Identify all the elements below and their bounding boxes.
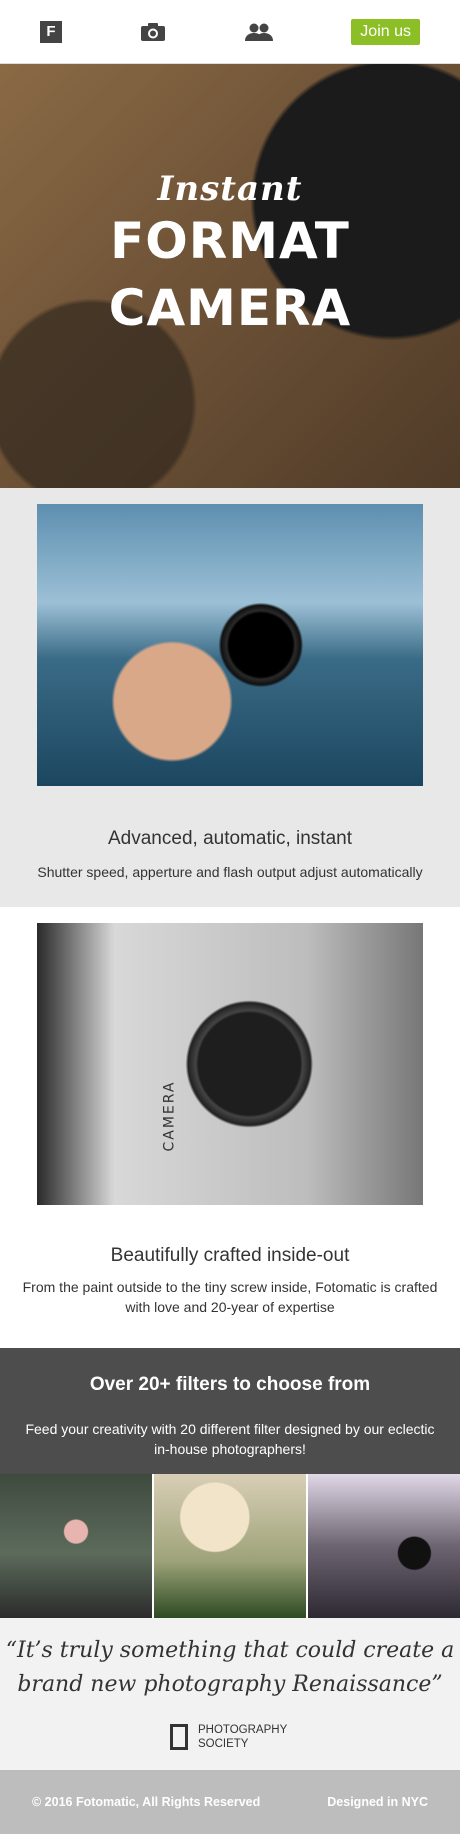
camera-icon [140,22,165,41]
designed-in-text: Designed in NYC [327,1795,428,1809]
hero-banner: Instant FORMAT CAMERA [0,64,460,488]
filters-section: Over 20+ filters to choose from Feed you… [0,1348,460,1474]
feature-title: Beautifully crafted inside-out [110,1245,350,1266]
feature-title: Advanced, automatic, instant [108,828,352,849]
source-line1: PHOTOGRAPHY [198,1724,288,1736]
testimonial-source: PHOTOGRAPHY SOCIETY [170,1723,287,1751]
feature-description: Shutter speed, apperture and flash outpu… [37,864,423,880]
feature-section-crafted: CAMERA Beautifully crafted inside-out Fr… [0,907,460,1348]
hero-heading: Instant FORMAT CAMERA [0,169,460,334]
testimonial-quote: “It’s truly something that could create … [5,1638,455,1697]
people-icon [244,23,273,41]
filter-gallery [0,1474,460,1618]
filters-description: Feed your creativity with 20 different f… [25,1421,435,1457]
photography-society-logo-icon [170,1724,188,1750]
people-link[interactable] [244,22,274,42]
page: F Join us Instant FORMAT CAMERA Advanced… [0,0,460,1834]
camera-closeup-photo: CAMERA [37,923,423,1205]
feature-section-automatic: Advanced, automatic, instant Shutter spe… [0,488,460,907]
hero-script-text: Instant [157,169,303,209]
source-line2: SOCIETY [198,1738,249,1750]
testimonial-source-name: PHOTOGRAPHY SOCIETY [198,1723,287,1751]
top-navigation: F Join us [0,0,460,64]
footer: © 2016 Fotomatic, All Rights Reserved De… [0,1770,460,1834]
lens-landscape-photo [37,504,423,786]
testimonial-section: “It’s truly something that could create … [0,1618,460,1770]
gallery-photo-flower [0,1474,152,1618]
logo-icon: F [40,20,62,43]
hero-title-line2: CAMERA [108,278,352,337]
logo-link[interactable]: F [40,20,62,43]
filters-title: Over 20+ filters to choose from [89,1374,371,1395]
gallery-photo-blossom [154,1474,306,1618]
feature-description: From the paint outside to the tiny screw… [22,1279,438,1315]
gallery-photo-photographer [308,1474,460,1618]
copyright-text: © 2016 Fotomatic, All Rights Reserved [32,1795,261,1809]
camera-link[interactable] [140,22,166,42]
join-us-button[interactable]: Join us [351,18,420,45]
camera-photo-text: CAMERA [161,1080,178,1152]
hero-title-line1: FORMAT [110,212,350,270]
